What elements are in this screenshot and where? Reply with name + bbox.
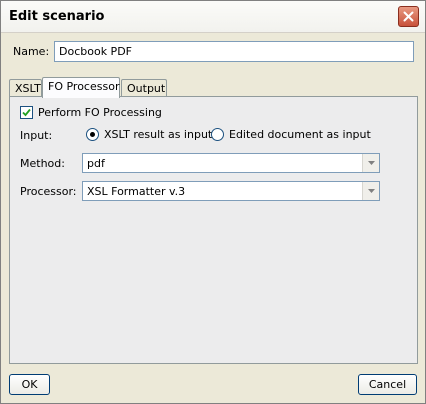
method-value: pdf [87, 157, 105, 170]
dialog-window: Edit scenario Name: Docbook PDF XSLT FO … [0, 0, 426, 404]
tab-output[interactable]: Output [121, 79, 167, 97]
close-button[interactable] [398, 6, 419, 27]
processor-value: XSL Formatter v.3 [87, 185, 186, 198]
chevron-down-icon [367, 161, 375, 165]
processor-dropdown-button[interactable] [362, 182, 379, 200]
method-select[interactable]: pdf [82, 153, 380, 173]
name-label: Name: [13, 45, 50, 58]
radio-edited-document[interactable]: Edited document as input [211, 128, 371, 141]
perform-fo-label: Perform FO Processing [38, 106, 162, 119]
chevron-down-icon [367, 189, 375, 193]
processor-select[interactable]: XSL Formatter v.3 [82, 181, 380, 201]
close-icon [403, 11, 414, 22]
cancel-button[interactable]: Cancel [358, 374, 417, 395]
method-label: Method: [20, 157, 65, 170]
perform-fo-row[interactable]: Perform FO Processing [20, 106, 162, 119]
radio-xslt-result[interactable]: XSLT result as input [86, 128, 212, 141]
dialog-title: Edit scenario [9, 9, 105, 24]
ok-button[interactable]: OK [9, 374, 50, 395]
title-bar[interactable]: Edit scenario [1, 1, 425, 33]
perform-fo-checkbox[interactable] [20, 106, 33, 119]
input-label: Input: [20, 129, 53, 142]
fo-processor-panel: Perform FO Processing Input: XSLT result… [9, 96, 418, 364]
checkmark-icon [22, 108, 31, 117]
radio-edited-label: Edited document as input [229, 128, 371, 141]
processor-label: Processor: [20, 185, 77, 198]
tab-xslt[interactable]: XSLT [9, 79, 42, 97]
method-dropdown-button[interactable] [362, 154, 379, 172]
name-input[interactable]: Docbook PDF [54, 41, 414, 62]
radio-edited-button[interactable] [211, 128, 224, 141]
radio-xslt-button[interactable] [86, 128, 99, 141]
tab-fo-processor[interactable]: FO Processor [42, 77, 120, 98]
radio-xslt-label: XSLT result as input [104, 128, 213, 141]
